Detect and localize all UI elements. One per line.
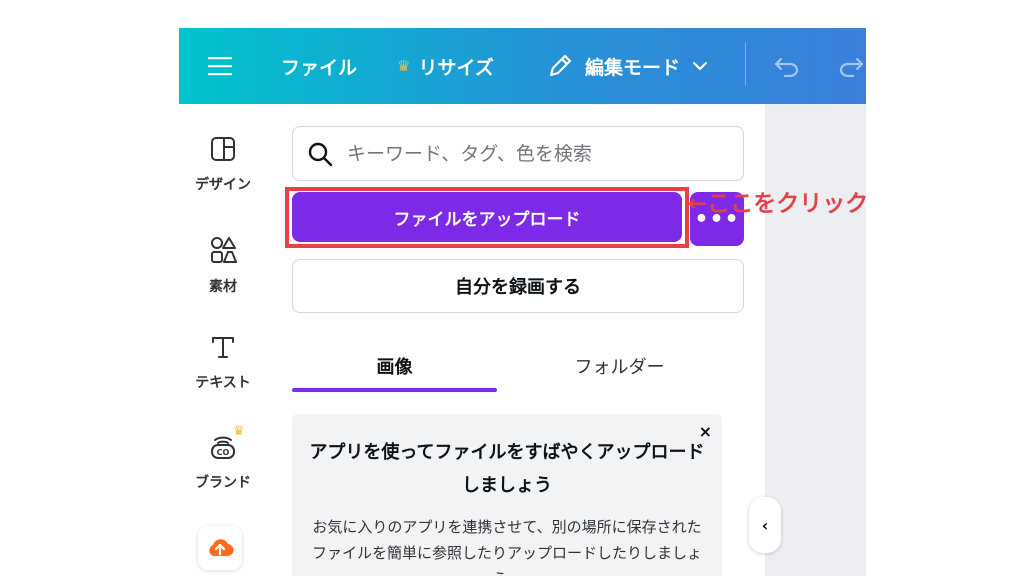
hamburger-icon	[208, 57, 232, 76]
chevron-down-icon	[692, 61, 708, 71]
upload-files-button[interactable]: ファイルをアップロード	[292, 192, 682, 242]
cloud-upload-icon	[209, 539, 234, 557]
promo-title: アプリを使ってファイルをすばやくアップロードしましょう	[309, 442, 705, 496]
active-tab-indicator	[292, 388, 497, 392]
edit-mode-label: 編集モード	[585, 56, 681, 79]
resize-label: リサイズ	[418, 56, 494, 79]
left-sidebar: デザイン 素材 テキスト ♛ CO ブランド	[179, 104, 267, 576]
upload-files-label: ファイルをアップロード	[393, 209, 581, 230]
uploads-panel: ファイルをアップロード ••• 自分を録画する 画像 フォルダー × アプリを使…	[267, 104, 848, 576]
tab-label: 画像	[376, 357, 413, 378]
search-box[interactable]	[292, 126, 744, 181]
tab-images[interactable]: 画像	[292, 342, 497, 390]
sidebar-item-label: ブランド	[195, 475, 251, 491]
sidebar-item-uploads[interactable]	[198, 526, 242, 570]
crown-icon: ♛	[397, 57, 411, 75]
resize-button[interactable]: ♛ リサイズ	[397, 28, 494, 104]
top-bar: ファイル ♛ リサイズ 編集モード	[179, 28, 866, 104]
undo-icon	[774, 57, 799, 77]
undo-button[interactable]	[773, 28, 801, 104]
promo-body: お気に入りのアプリを連携させて、別の場所に保存されたファイルを簡単に参照したりア…	[311, 518, 702, 576]
file-menu-label: ファイル	[281, 56, 358, 79]
sidebar-item-label: 素材	[209, 279, 237, 295]
tab-folders[interactable]: フォルダー	[517, 342, 722, 390]
editor-window: ファイル ♛ リサイズ 編集モード デザイン 素材 テキスト ♛ CO ブランド…	[179, 28, 866, 576]
edit-mode-dropdown[interactable]: 編集モード	[547, 28, 720, 104]
record-yourself-label: 自分を録画する	[455, 277, 581, 298]
layout-icon	[211, 137, 235, 161]
click-here-annotation: ←ここをクリック	[688, 191, 869, 217]
redo-icon	[839, 57, 864, 77]
sidebar-item-elements[interactable]: 素材	[179, 236, 267, 296]
collapse-panel-button[interactable]: ‹	[749, 497, 781, 553]
file-menu-button[interactable]: ファイル	[281, 28, 357, 104]
tab-label: フォルダー	[574, 357, 665, 378]
crown-icon: ♛	[233, 424, 245, 439]
redo-button[interactable]	[837, 28, 865, 104]
toolbar-divider	[745, 42, 746, 86]
svg-text:CO: CO	[217, 448, 230, 457]
sidebar-item-design[interactable]: デザイン	[179, 136, 267, 194]
sidebar-item-label: デザイン	[195, 177, 251, 193]
sidebar-item-brand[interactable]: ♛ CO ブランド	[179, 424, 267, 492]
search-icon	[308, 142, 333, 166]
chevron-left-icon: ‹	[761, 515, 769, 535]
search-input[interactable]	[347, 142, 707, 165]
text-icon	[212, 337, 234, 358]
shapes-icon	[211, 237, 237, 263]
app-integration-promo-card: × アプリを使ってファイルをすばやくアップロードしましょう お気に入りのアプリを…	[292, 414, 722, 576]
pencil-icon	[549, 54, 572, 77]
record-yourself-button[interactable]: 自分を録画する	[292, 259, 744, 313]
hamburger-menu-button[interactable]	[207, 28, 233, 104]
sidebar-item-text[interactable]: テキスト	[179, 334, 267, 392]
sidebar-item-label: テキスト	[195, 375, 251, 391]
